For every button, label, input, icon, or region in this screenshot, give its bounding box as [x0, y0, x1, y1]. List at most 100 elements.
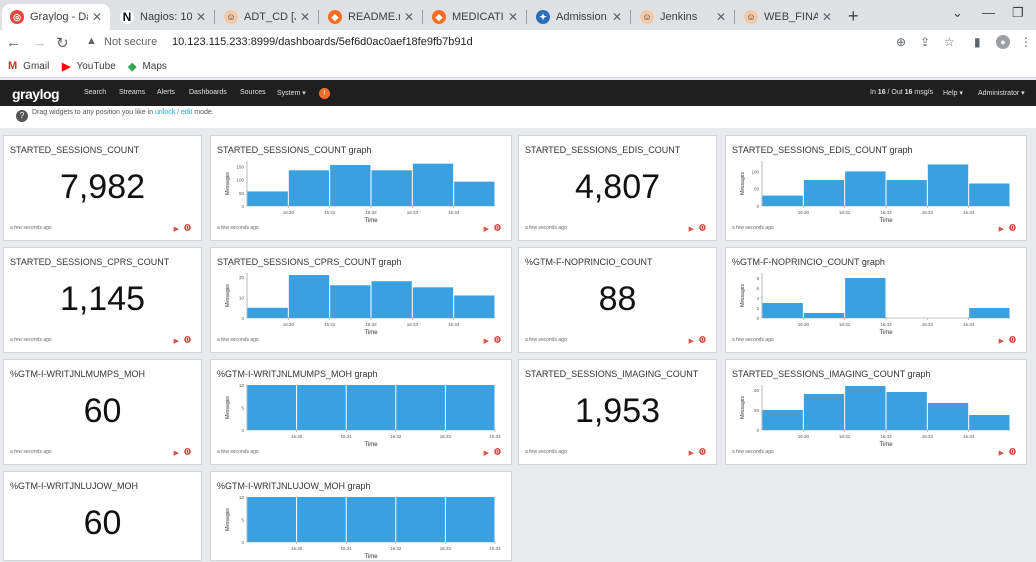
bookmark-youtube[interactable]: ▶ YouTube	[62, 60, 116, 73]
chart-bar	[297, 497, 346, 542]
count-widget[interactable]: STARTED_SESSIONS_IMAGING_COUNT 1,953 a few…	[518, 359, 717, 465]
info-circle-icon[interactable]: ⓿	[699, 335, 706, 345]
tab-medication[interactable]: ◆ MEDICATION ✕	[424, 4, 526, 30]
unlock-edit-link[interactable]: unlock / edit	[155, 109, 192, 116]
notification-badge[interactable]: !	[319, 88, 330, 99]
forward-button[interactable]: →	[32, 34, 47, 51]
url-text[interactable]: 10.123.115.233:8999/dashboards/5ef6d0ac0…	[172, 36, 473, 48]
widget-value: 60	[83, 392, 122, 430]
back-button[interactable]: ←	[6, 34, 21, 51]
count-widget[interactable]: STARTED_SESSIONS_CPRS_COUNT 1,145 a few se…	[3, 247, 202, 353]
tab-readme[interactable]: ◆ README.md ✕	[320, 4, 422, 30]
info-circle-icon[interactable]: ⓿	[184, 335, 191, 345]
chart-bar	[969, 183, 1010, 206]
graph-widget[interactable]: STARTED_SESSIONS_IMAGING_COUNT graph 0 20 4…	[725, 359, 1027, 465]
nav-system[interactable]: System ▾	[277, 89, 306, 97]
count-widget[interactable]: STARTED_SESSIONS_EDIS_COUNT 4,807 a few se…	[518, 135, 717, 241]
x-tick-label: 16:33	[922, 210, 934, 215]
count-widget[interactable]: STARTED_SESSIONS_COUNT 7,982 a few seconds…	[3, 135, 202, 241]
nav-alerts[interactable]: Alerts	[157, 89, 175, 96]
graph-widget[interactable]: STARTED_SESSIONS_COUNT graph 0 50 100 150 16:…	[210, 135, 512, 241]
menu-icon[interactable]: ⋮	[1020, 35, 1032, 49]
replay-icon[interactable]: ▶	[174, 337, 179, 345]
close-icon[interactable]: ✕	[300, 10, 310, 24]
graylog-logo[interactable]: graylog	[12, 86, 60, 102]
new-tab-button[interactable]: +	[848, 6, 859, 27]
x-tick-label: 16:30	[798, 434, 810, 439]
security-label: Not secure	[104, 36, 158, 48]
widget-updated: a few seconds ago	[732, 337, 774, 343]
chart-bar	[247, 307, 288, 318]
tab-nagios[interactable]: N Nagios: 10.12 ✕	[112, 4, 214, 30]
zoom-icon[interactable]: ⊕	[896, 35, 906, 49]
count-widget[interactable]: %GTM-I-WRITJNLMUMPS_MOH 60 a few seconds a…	[3, 359, 202, 465]
address-bar[interactable]: ▲ Not secure 10.123.115.233:8999/dashboa…	[80, 31, 960, 54]
close-icon[interactable]: ✕	[612, 10, 622, 24]
info-circle-icon[interactable]: ⓿	[184, 223, 191, 233]
info-circle-icon[interactable]: ⓿	[184, 447, 191, 457]
graph-widget[interactable]: %GTM-F-NOPRINCIO_COUNT graph 0 2 4 6 8 16:30 16…	[725, 247, 1027, 353]
replay-icon[interactable]: ▶	[689, 449, 694, 457]
replay-icon[interactable]: ▶	[999, 449, 1004, 457]
tab-graylog[interactable]: ◎ Graylog - Da ✕	[2, 4, 110, 30]
chart-bar	[445, 497, 495, 542]
replay-icon[interactable]: ▶	[689, 337, 694, 345]
x-axis-label: Time	[879, 218, 893, 224]
replay-icon[interactable]: ▶	[999, 225, 1004, 233]
chart-bar	[330, 285, 371, 318]
bookmark-label: Gmail	[23, 60, 50, 72]
info-circle-icon[interactable]: ⓿	[699, 447, 706, 457]
side-panel-icon[interactable]: ▮	[974, 35, 981, 49]
user-menu[interactable]: Administrator ▾	[978, 89, 1025, 97]
reload-button[interactable]: ↻	[56, 34, 69, 52]
replay-icon[interactable]: ▶	[484, 449, 489, 457]
replay-icon[interactable]: ▶	[174, 449, 179, 457]
tab-search-icon[interactable]: ⌄	[952, 5, 963, 21]
share-icon[interactable]: ⇪	[920, 35, 930, 49]
chart-bar	[445, 385, 495, 430]
maximize-button[interactable]: ❐	[1012, 5, 1024, 21]
close-icon[interactable]: ✕	[716, 10, 726, 24]
bookmark-maps[interactable]: ◆ Maps	[128, 60, 167, 73]
info-circle-icon[interactable]: ⓿	[1009, 335, 1016, 345]
graph-widget[interactable]: %GTM-I-WRITJNLMUMPS_MOH graph 0 5 10 16:30 16…	[210, 359, 512, 465]
close-icon[interactable]: ✕	[92, 10, 102, 24]
y-tick-label: 10	[239, 383, 245, 388]
nav-streams[interactable]: Streams	[119, 89, 145, 96]
graph-widget[interactable]: %GTM-I-WRITJNLUJOW_MOH graph 0 5 10 16:30 16:…	[210, 471, 512, 561]
info-circle-icon[interactable]: ⓿	[494, 447, 501, 457]
bookmark-gmail[interactable]: M Gmail	[8, 60, 49, 72]
help-menu[interactable]: Help ▾	[943, 89, 963, 97]
tab-admission[interactable]: ✦ Admission, Tr ✕	[528, 4, 630, 30]
info-circle-icon[interactable]: ⓿	[494, 335, 501, 345]
count-widget[interactable]: %GTM-I-WRITJNLUJOW_MOH 60	[3, 471, 202, 561]
replay-icon[interactable]: ▶	[174, 225, 179, 233]
replay-icon[interactable]: ▶	[484, 337, 489, 345]
star-icon[interactable]: ☆	[944, 35, 955, 49]
count-widget[interactable]: %GTM-F-NOPRINCIO_COUNT 88 a few seconds ag…	[518, 247, 717, 353]
close-icon[interactable]: ✕	[404, 10, 414, 24]
close-icon[interactable]: ✕	[196, 10, 206, 24]
tab-adt-cd[interactable]: ☺ ADT_CD [Jen ✕	[216, 4, 318, 30]
replay-icon[interactable]: ▶	[689, 225, 694, 233]
chart-bar	[762, 195, 803, 206]
graph-widget[interactable]: STARTED_SESSIONS_EDIS_COUNT graph 0 50 100 1…	[725, 135, 1027, 241]
info-circle-icon[interactable]: ⓿	[699, 223, 706, 233]
profile-avatar[interactable]: ●	[996, 35, 1010, 49]
info-circle-icon[interactable]: ⓿	[494, 223, 501, 233]
close-icon[interactable]: ✕	[822, 10, 832, 24]
tab-web-final[interactable]: ☺ WEB_FINAL [ ✕	[736, 4, 840, 30]
nav-sources[interactable]: Sources	[240, 89, 266, 96]
replay-icon[interactable]: ▶	[999, 337, 1004, 345]
minimize-button[interactable]: —	[982, 5, 995, 20]
info-circle-icon[interactable]: ⓿	[1009, 447, 1016, 457]
info-circle-icon[interactable]: ⓿	[1009, 223, 1016, 233]
nav-search[interactable]: Search	[84, 89, 106, 96]
y-tick-label: 20	[239, 275, 245, 280]
nav-dashboards[interactable]: Dashboards	[189, 89, 227, 96]
tab-jenkins[interactable]: ☺ Jenkins ✕	[632, 4, 734, 30]
close-icon[interactable]: ✕	[508, 10, 518, 24]
graph-widget[interactable]: STARTED_SESSIONS_CPRS_COUNT graph 0 10 20 16…	[210, 247, 512, 353]
replay-icon[interactable]: ▶	[484, 225, 489, 233]
widget-updated: a few seconds ago	[732, 225, 774, 231]
